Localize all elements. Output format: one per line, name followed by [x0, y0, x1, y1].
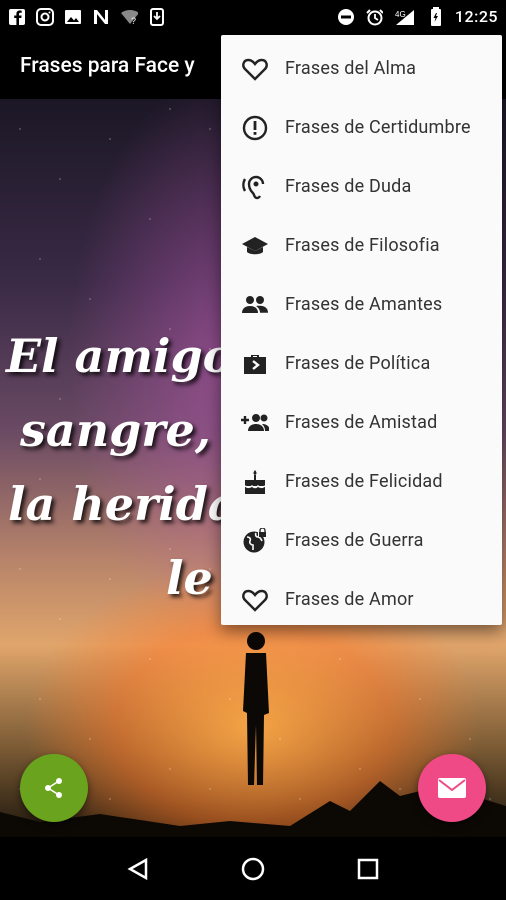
- alert-circle-icon: [241, 114, 269, 142]
- menu-item-amantes[interactable]: Frases de Amantes: [221, 275, 502, 334]
- system-icons: 4G 12:25: [337, 6, 498, 26]
- menu-item-label: Frases de Certidumbre: [285, 117, 471, 138]
- cake-icon: [241, 468, 269, 496]
- menu-item-filosofia[interactable]: Frases de Filosofia: [221, 216, 502, 275]
- home-circle-icon: [241, 857, 265, 880]
- menu-item-guerra[interactable]: Frases de Guerra: [221, 511, 502, 570]
- category-menu: Frases del Alma Frases de Certidumbre Fr…: [221, 35, 502, 625]
- menu-item-politica[interactable]: Frases de Política: [221, 334, 502, 393]
- image-icon: [64, 8, 82, 26]
- battery-icon: [427, 6, 445, 26]
- menu-item-certidumbre[interactable]: Frases de Certidumbre: [221, 98, 502, 157]
- recents-square-icon: [358, 858, 379, 879]
- clock-time: 12:25: [454, 7, 498, 26]
- menu-item-duda[interactable]: Frases de Duda: [221, 157, 502, 216]
- hearing-icon: [241, 173, 269, 201]
- group-add-icon: [241, 409, 269, 437]
- heart-outline-icon: [241, 586, 269, 614]
- status-bar: ? 4G 12:25: [0, 0, 506, 33]
- svg-text:4G: 4G: [395, 10, 406, 19]
- briefcase-arrow-icon: [241, 350, 269, 378]
- menu-item-alma[interactable]: Frases del Alma: [221, 39, 502, 98]
- menu-item-amor[interactable]: Frases de Amor: [221, 570, 502, 629]
- facebook-icon: [8, 8, 26, 26]
- person-silhouette: [243, 632, 269, 785]
- globe-lock-icon: [241, 527, 269, 555]
- menu-item-label: Frases de Política: [285, 353, 431, 374]
- menu-item-label: Frases del Alma: [285, 58, 417, 79]
- mail-icon: [438, 778, 466, 798]
- menu-item-felicidad[interactable]: Frases de Felicidad: [221, 452, 502, 511]
- alarm-icon: [365, 8, 383, 26]
- back-triangle-icon: [127, 857, 147, 880]
- menu-item-label: Frases de Amistad: [285, 412, 438, 433]
- graduation-cap-icon: [241, 232, 269, 260]
- download-icon: [148, 7, 166, 26]
- group-icon: [241, 291, 269, 319]
- menu-item-amistad[interactable]: Frases de Amistad: [221, 393, 502, 452]
- menu-item-label: Frases de Guerra: [285, 530, 424, 551]
- notification-icons: ?: [8, 7, 166, 26]
- wifi-question-icon: ?: [120, 8, 138, 26]
- email-button[interactable]: [418, 754, 486, 822]
- back-button[interactable]: [118, 849, 158, 889]
- dnd-icon: [337, 8, 355, 26]
- menu-item-label: Frases de Duda: [285, 176, 412, 197]
- instagram-icon: [36, 7, 54, 26]
- home-button[interactable]: [233, 849, 273, 889]
- menu-item-label: Frases de Amantes: [285, 294, 443, 315]
- share-button[interactable]: [20, 754, 88, 822]
- share-icon: [45, 778, 62, 798]
- signal-icon: 4G: [393, 8, 417, 26]
- heart-outline-icon: [241, 55, 269, 83]
- app-title: Frases para Face y: [20, 54, 195, 78]
- menu-item-label: Frases de Felicidad: [285, 471, 443, 492]
- menu-item-label: Frases de Filosofia: [285, 235, 440, 256]
- navigation-bar: [0, 837, 506, 900]
- svg-text:?: ?: [131, 16, 136, 26]
- n-icon: [92, 8, 110, 26]
- menu-item-label: Frases de Amor: [285, 589, 414, 610]
- recents-button[interactable]: [348, 849, 388, 889]
